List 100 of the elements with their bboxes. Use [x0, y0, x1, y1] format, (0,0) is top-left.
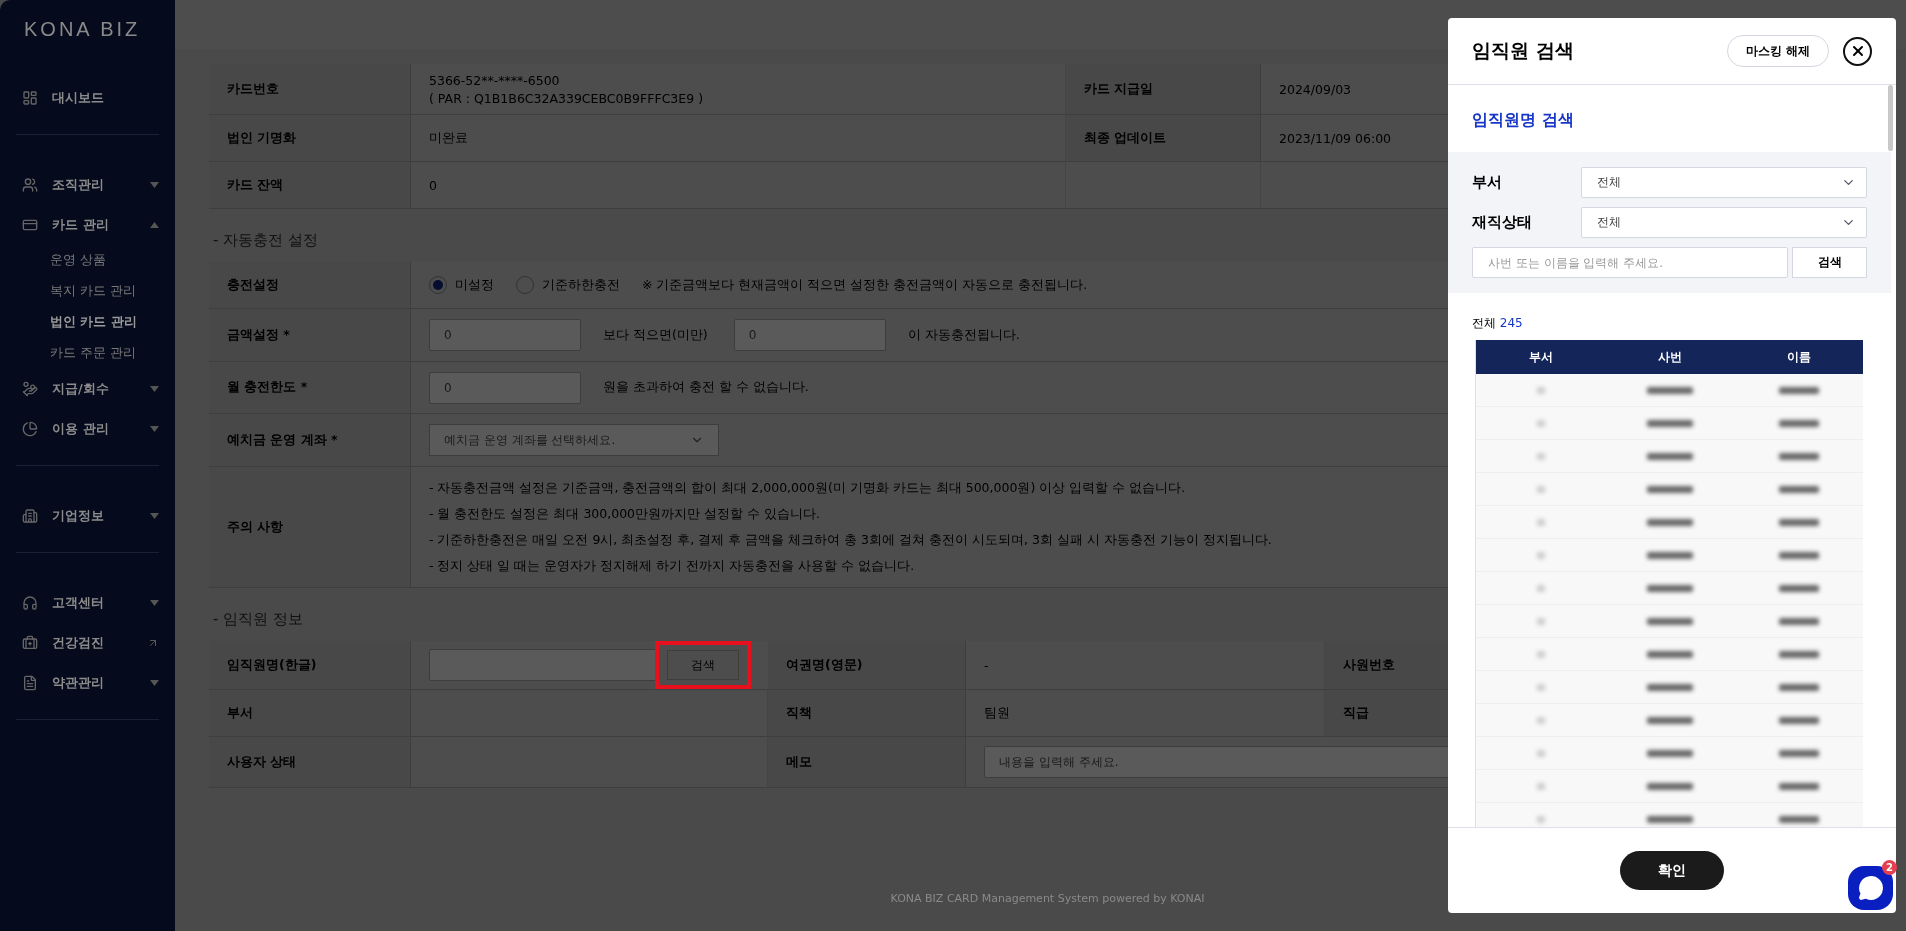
redacted-text [1778, 551, 1819, 559]
field-label: 사용자 상태 [209, 737, 411, 788]
amount-field[interactable]: 0 [733, 319, 886, 351]
filter-select[interactable]: 전체 [1581, 167, 1867, 198]
redacted-text [1536, 815, 1545, 823]
collapse-icon [150, 222, 159, 228]
radio-button[interactable] [516, 276, 534, 294]
field-value: 2023/11/09 06:00 [1279, 130, 1392, 146]
filter-select[interactable]: 전체 [1581, 207, 1867, 238]
notice-text: - 정지 상태 일 때는 운영자가 정지해제 하기 전까지 자동충전을 사용할 수 없습니다. [429, 557, 916, 575]
medical-kit-icon [22, 635, 38, 651]
redacted-text [1646, 716, 1693, 724]
radio-label: 미설정 [455, 276, 494, 294]
sidebar-item[interactable]: 카드 관리 [16, 207, 159, 243]
redacted-text [1536, 749, 1545, 757]
field-label: 주의 사항 [209, 467, 411, 588]
field-label: 카드 지급일 [1066, 64, 1261, 115]
table-row[interactable] [1476, 803, 1863, 827]
redacted-text [1536, 386, 1545, 394]
redacted-text [1778, 485, 1819, 493]
column-header: 부서 [1527, 348, 1554, 366]
field-text: 원을 초과하여 충전 할 수 없습니다. [603, 379, 809, 396]
table-row[interactable] [1476, 737, 1863, 770]
field-label: 여권명(영문) [768, 641, 966, 690]
close-button[interactable] [1843, 36, 1872, 66]
field-value: ( PAR : Q1B1B6C32A339CEBC0B9FFFC3E9 ) [429, 90, 704, 106]
expand-icon [150, 426, 159, 432]
search-button[interactable]: 검색 [1792, 247, 1867, 278]
dialog-title: 임직원 검색 [1472, 38, 1575, 63]
redacted-text [1778, 518, 1819, 526]
coins-icon [22, 381, 38, 397]
unmask-button[interactable]: 마스킹 해제 [1726, 35, 1829, 67]
amount-field[interactable]: 0 [429, 371, 581, 404]
table-row[interactable] [1476, 605, 1863, 638]
table-row[interactable] [1476, 770, 1863, 803]
redacted-text [1536, 518, 1545, 526]
notice-text: - 자동충전금액 설정은 기준금액, 충전금액의 합이 최대 2,000,000원(미 기명화 카드는 최대 500,000원) 이상 입력할 수 없습니다. [429, 479, 1187, 497]
expand-icon [150, 182, 159, 188]
field-label: 법인 기명화 [209, 115, 411, 162]
notice-text: - 월 충전한도 설정은 최대 300,000만원까지만 설정할 수 있습니다. [429, 505, 821, 523]
redacted-text [1646, 650, 1693, 658]
confirm-button[interactable]: 확인 [1620, 851, 1724, 890]
redacted-text [1646, 419, 1693, 427]
redacted-text [1536, 551, 1545, 559]
building-icon [22, 508, 38, 524]
table-row[interactable] [1476, 407, 1863, 440]
field-label: 예치금 운영 계좌 * [209, 414, 411, 467]
sidebar-subitem[interactable]: 카드 주문 관리 [16, 340, 159, 367]
notice-text: - 기준하한충전은 매일 오전 9시, 최초설정 후, 결제 후 금액을 체크하여 총 3회에 걸쳐 충전이 시도되며, 3회 실패 시 자동충전 기능이 정지됩니다. [429, 531, 1272, 549]
sidebar-item[interactable]: 이용 관리 [16, 411, 159, 447]
redacted-text [1536, 683, 1545, 691]
field-value: - [984, 657, 989, 673]
scrollbar-thumb[interactable] [1888, 85, 1893, 151]
field-label: 카드번호 [209, 64, 411, 115]
table-row[interactable] [1476, 638, 1863, 671]
amount-field[interactable]: 0 [429, 319, 581, 351]
sidebar-subitem[interactable]: 복지 카드 관리 [16, 278, 159, 305]
sidebar-subitem[interactable]: 운영 상품 [16, 247, 159, 274]
sidebar-item[interactable]: 지급/회수 [16, 371, 159, 407]
sidebar-item[interactable]: 건강검진 [16, 625, 159, 661]
sidebar-item[interactable]: 조직관리 [16, 167, 159, 203]
field-value: 팀원 [984, 704, 1010, 722]
table-row[interactable] [1476, 374, 1863, 407]
field-label: 임직원명(한글) [209, 641, 411, 690]
sidebar-item[interactable]: 약관관리 [16, 665, 159, 701]
name-field[interactable] [429, 649, 657, 681]
redacted-text [1778, 815, 1819, 823]
expand-icon [150, 386, 159, 392]
sidebar-item[interactable]: 대시보드 [16, 80, 159, 116]
column-header: 이름 [1785, 348, 1812, 366]
table-row[interactable] [1476, 539, 1863, 572]
redacted-text [1536, 452, 1545, 460]
table-row[interactable] [1476, 671, 1863, 704]
redacted-text [1778, 452, 1819, 460]
sidebar-item[interactable]: 고객센터 [16, 585, 159, 621]
note-text: ※ 기준금액보다 현재금액이 적으면 설정한 충전금액이 자동으로 충전됩니다. [642, 276, 1088, 294]
redacted-text [1646, 485, 1693, 493]
redacted-text [1778, 782, 1819, 790]
redacted-text [1646, 551, 1693, 559]
redacted-text [1646, 749, 1693, 757]
radio-button[interactable] [429, 276, 447, 294]
field-label: 충전설정 [209, 262, 411, 309]
filter-label: 재직상태 [1472, 213, 1533, 232]
table-row[interactable] [1476, 572, 1863, 605]
redacted-text [1536, 782, 1545, 790]
search-field[interactable]: 사번 또는 이름을 입력해 주세요. [1472, 247, 1788, 278]
card-icon [22, 217, 38, 233]
redacted-text [1778, 419, 1819, 427]
redacted-text [1536, 716, 1545, 724]
external-link-icon [147, 637, 159, 649]
field-value: 미완료 [429, 129, 468, 147]
table-row[interactable] [1476, 473, 1863, 506]
footer-text: KONA BIZ CARD Management System powered by KONAI [890, 892, 1205, 907]
table-row[interactable] [1476, 704, 1863, 737]
sidebar-subitem[interactable]: 법인 카드 관리 [16, 309, 159, 336]
sidebar-item[interactable]: 기업정보 [16, 498, 159, 534]
logo: KONA BIZ [24, 18, 141, 42]
table-row[interactable] [1476, 440, 1863, 473]
redacted-text [1778, 617, 1819, 625]
table-row[interactable] [1476, 506, 1863, 539]
